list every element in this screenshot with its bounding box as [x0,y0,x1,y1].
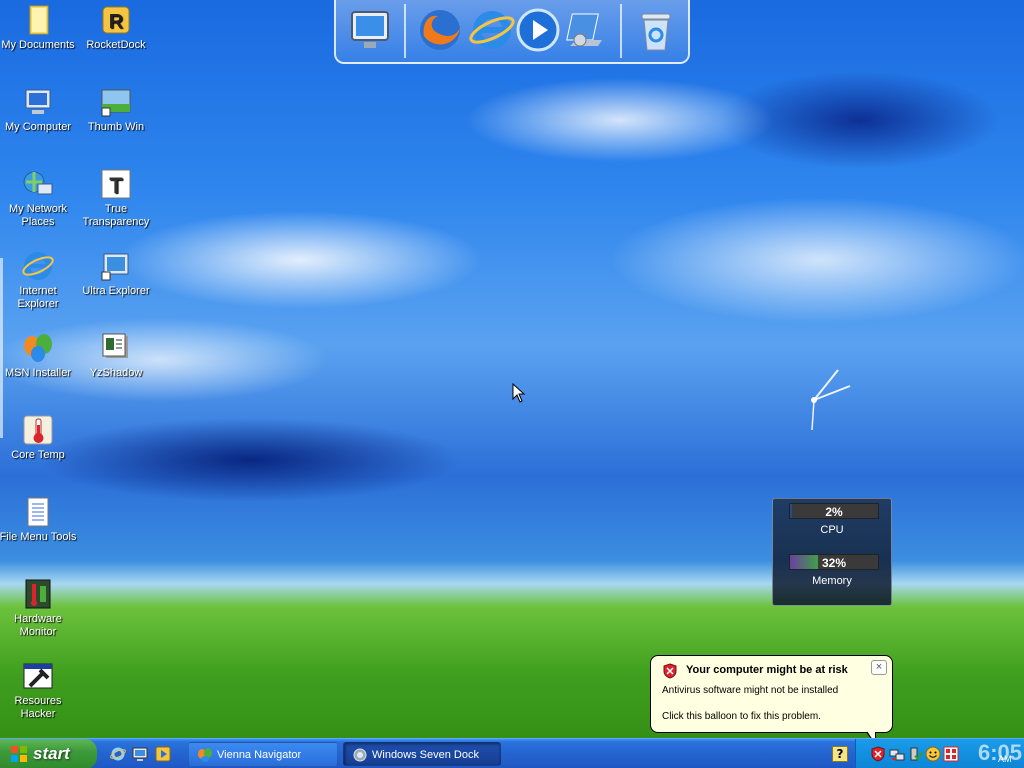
task-label: Windows Seven Dock [372,749,479,761]
dock-monitor-icon[interactable] [346,6,394,54]
desktop-icon-label: My Network Places [8,203,68,228]
vienna-navigator-icon [197,747,213,763]
tray-network-icon[interactable] [889,746,905,762]
cpu-value: 2% [825,505,843,519]
task-windows-seven-dock[interactable]: Windows Seven Dock [343,742,501,766]
desktop-icon-label: Resoures Hacker [14,695,62,720]
dock-separator [404,4,406,58]
desktop-icon-my-network-places[interactable]: My Network Places [0,168,78,229]
file-menu-icon [22,496,54,528]
quicklaunch-media-player-icon[interactable] [155,746,171,762]
desktop-icon-yzshadow[interactable]: YzShadow [76,332,156,380]
internet-explorer-icon [22,250,54,282]
security-balloon-notification[interactable]: Your computer might be at risk Antivirus… [650,655,893,733]
resource-hacker-icon [22,660,54,692]
analog-clock-gadget[interactable] [780,360,860,440]
dock-windows-tools-icon[interactable] [562,6,610,54]
folder-icon [22,4,54,36]
thermometer-icon [22,414,54,446]
desktop-icon-label: Internet Explorer [17,285,59,310]
desktop-icon-core-temp[interactable]: Core Temp [0,414,78,462]
task-vienna-navigator[interactable]: Vienna Navigator [188,742,338,766]
desktop-icon-label: Core Temp [11,449,65,461]
desktop-icon-label: Thumb Win [87,121,145,133]
hardware-monitor-icon [22,578,54,610]
desktop-icon-label: YzShadow [89,367,143,379]
computer-icon [22,86,54,118]
true-transparency-icon: T [100,168,132,200]
desktop-icon-hardware-monitor[interactable]: Hardware Monitor [0,578,78,639]
help-glyph: ? [836,747,844,761]
cpu-meter-bar: 2% [789,503,879,519]
security-shield-icon [662,663,678,679]
desktop-icon-label: MSN Installer [4,367,72,379]
quicklaunch-show-desktop-icon[interactable] [132,746,148,762]
desktop-icon-my-computer[interactable]: My Computer [0,86,78,134]
desktop-icon-label: Ultra Explorer [82,285,150,297]
dock-internet-explorer-icon[interactable] [468,6,516,54]
desktop-icon-resoures-hacker[interactable]: Resoures Hacker [0,660,78,721]
desktop-icon-thumb-win[interactable]: Thumb Win [76,86,156,134]
balloon-message: Antivirus software might not be installe… [662,685,839,696]
taskbar: start Vienna Navigator Windows Seven Doc… [0,738,1024,768]
mouse-cursor-icon [512,382,526,403]
desktop-icon-internet-explorer[interactable]: Internet Explorer [0,250,78,311]
clock-ampm: AM [997,754,1012,764]
start-button[interactable]: start [0,739,97,768]
dock-recycle-bin-icon[interactable] [632,6,680,54]
svg-text:R: R [109,11,124,33]
dock-separator [620,4,622,58]
desktop-icon-label: True Transparency [82,203,150,228]
dock-media-player-icon[interactable] [514,6,562,54]
rocketdock-icon: R [100,4,132,36]
desktop-icon-label: Hardware Monitor [14,613,62,638]
tray-safely-remove-icon[interactable] [907,746,923,762]
svg-text:T: T [109,173,123,198]
system-tray: 6:05 AM [855,739,1024,768]
desktop-icon-ultra-explorer[interactable]: Ultra Explorer [76,250,156,298]
memory-value: 32% [821,556,847,570]
ultra-explorer-icon [100,250,132,282]
desktop-icon-rocketdock[interactable]: R RocketDock [76,4,156,52]
balloon-title: Your computer might be at risk [686,664,848,676]
memory-meter-bar: 32% [789,554,879,570]
desktop-icon-label: My Computer [4,121,72,133]
tray-security-shield-icon[interactable] [870,746,886,762]
tray-clock[interactable]: 6:05 AM [978,740,1022,766]
msn-butterfly-icon [22,332,54,364]
desktop-icon-label: File Menu Tools [0,531,77,543]
start-label: start [33,744,70,763]
yzshadow-icon [100,332,132,364]
memory-label: Memory [812,575,852,587]
thumbnail-window-icon [100,86,132,118]
tray-grid-icon[interactable] [943,746,959,762]
desktop-icon-label: RocketDock [86,39,146,51]
desktop-icon-true-transparency[interactable]: T True Transparency [76,168,156,229]
balloon-action-text: Click this balloon to fix this problem. [662,711,821,722]
network-icon [22,168,54,200]
windows-seven-dock-icon [352,747,368,763]
desktop-icon-msn-installer[interactable]: MSN Installer [0,332,78,380]
task-label: Vienna Navigator [217,749,302,761]
help-icon[interactable]: ? [832,746,848,762]
balloon-close-button[interactable]: × [871,660,887,675]
cpu-label: CPU [820,524,844,536]
desktop-icon-file-menu-tools[interactable]: File Menu Tools [0,496,78,544]
dock-firefox-icon[interactable] [416,6,464,54]
top-dock [334,0,690,64]
cpu-memory-gadget[interactable]: 2% CPU 32% Memory [772,498,892,606]
quicklaunch-internet-explorer-icon[interactable] [110,746,126,762]
desktop-icon-label: My Documents [1,39,75,51]
desktop-icon-my-documents[interactable]: My Documents [0,4,78,52]
tray-smiley-icon[interactable] [925,746,941,762]
windows-flag-icon [10,745,28,763]
